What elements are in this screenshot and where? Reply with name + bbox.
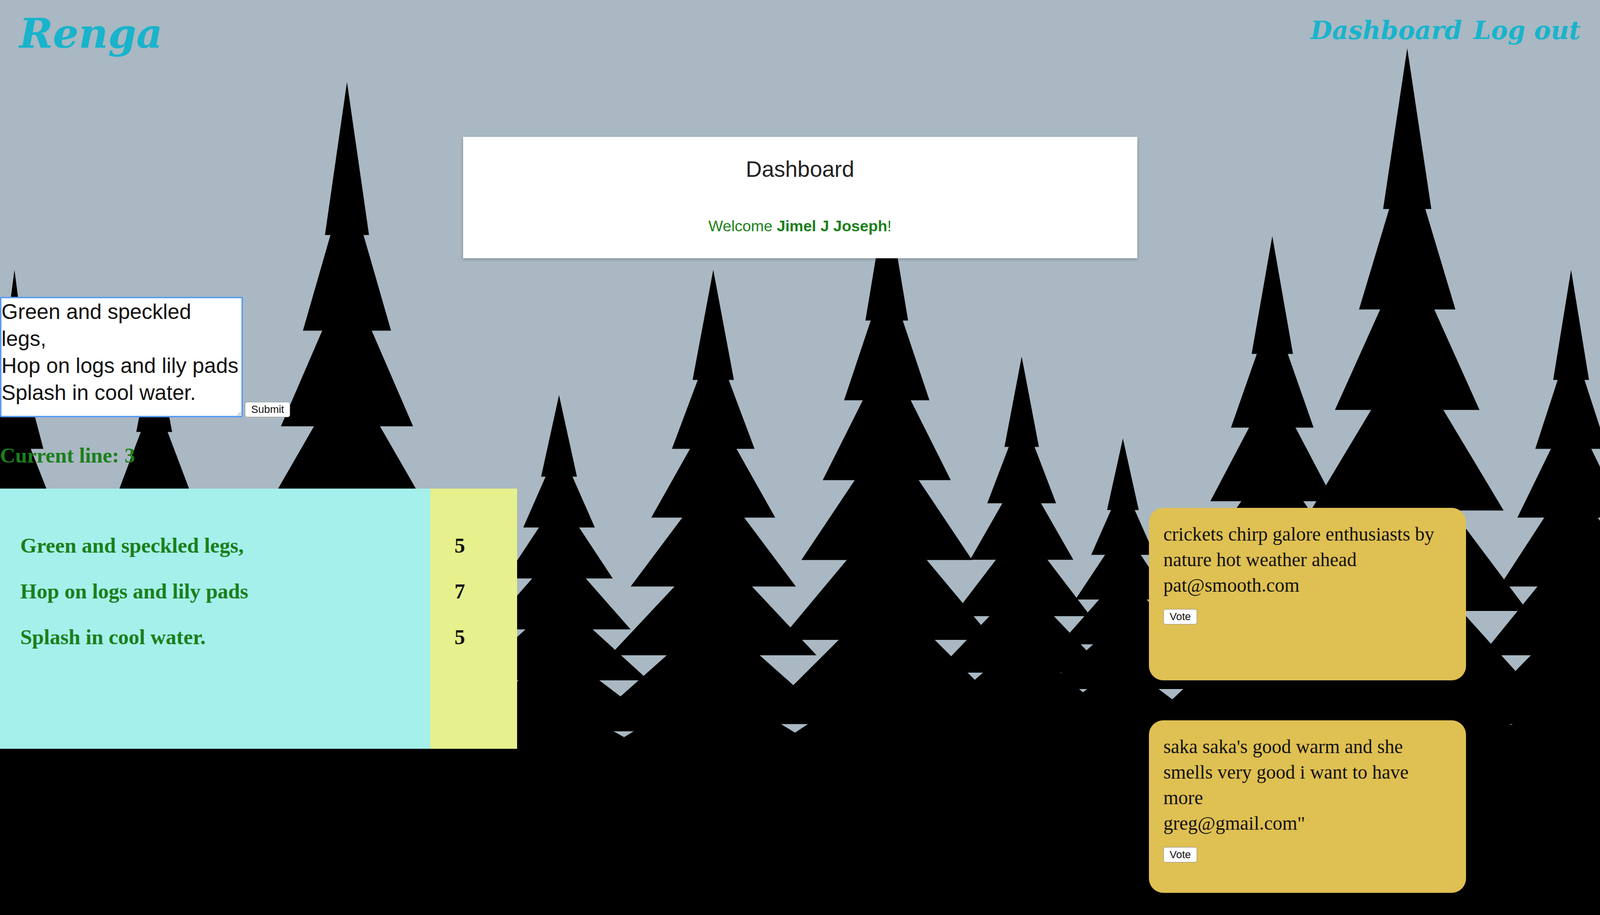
vote-button[interactable]: Vote: [1163, 609, 1198, 625]
vote-row: Vote: [1163, 600, 1452, 627]
poem-panel: Green and speckled legs,Hop on logs and …: [0, 488, 518, 749]
submission-author: greg@gmail.com": [1163, 810, 1452, 837]
syllable-count: 5: [454, 614, 518, 661]
logo[interactable]: Renga: [19, 9, 163, 59]
syllable-count: 5: [454, 522, 518, 569]
poem-line: Hop on logs and lily pads: [20, 568, 431, 615]
poem-lines: Green and speckled legs,Hop on logs and …: [0, 488, 431, 749]
vote-row: Vote: [1163, 839, 1452, 865]
syllable-counts: 575: [430, 488, 518, 749]
composer-column: Green and speckled legs, Hop on logs and…: [0, 296, 518, 749]
submission-text: saka saka's good warm and she smells ver…: [1163, 733, 1452, 811]
current-line: Current line: 3: [0, 443, 518, 468]
vote-button[interactable]: Vote: [1163, 847, 1198, 863]
nav-link[interactable]: Dashboard: [1310, 15, 1462, 45]
submission-text: crickets chirp galore enthusiasts by nat…: [1163, 521, 1452, 573]
dashboard-title: Dashboard: [745, 156, 854, 183]
submit-button[interactable]: Submit: [244, 401, 291, 418]
poem-input[interactable]: Green and speckled legs, Hop on logs and…: [0, 296, 243, 418]
submission-card: saka saka's good warm and she smells ver…: [1148, 720, 1467, 894]
submissions: crickets chirp galore enthusiasts by nat…: [1148, 507, 1467, 894]
submission-card: crickets chirp galore enthusiasts by nat…: [1148, 507, 1467, 681]
main: Green and speckled legs, Hop on logs and…: [0, 296, 1600, 894]
poem-line: Green and speckled legs,: [20, 522, 431, 569]
dashboard-card: Dashboard Welcome Jimel J Joseph!: [463, 136, 1138, 259]
user-name: Jimel J Joseph: [776, 217, 888, 235]
nav: Dashboard Log out: [1310, 9, 1581, 45]
header: Renga Dashboard Log out: [0, 0, 1600, 87]
syllable-count: 7: [454, 568, 518, 615]
composer: Green and speckled legs, Hop on logs and…: [0, 296, 518, 418]
nav-link[interactable]: Log out: [1473, 15, 1581, 45]
welcome-message: Welcome Jimel J Joseph!: [708, 216, 892, 236]
poem-line: Splash in cool water.: [20, 614, 431, 661]
submission-author: pat@smooth.com: [1163, 572, 1452, 599]
page: Renga Dashboard Log out Dashboard Welcome Ji…: [0, 0, 1600, 915]
